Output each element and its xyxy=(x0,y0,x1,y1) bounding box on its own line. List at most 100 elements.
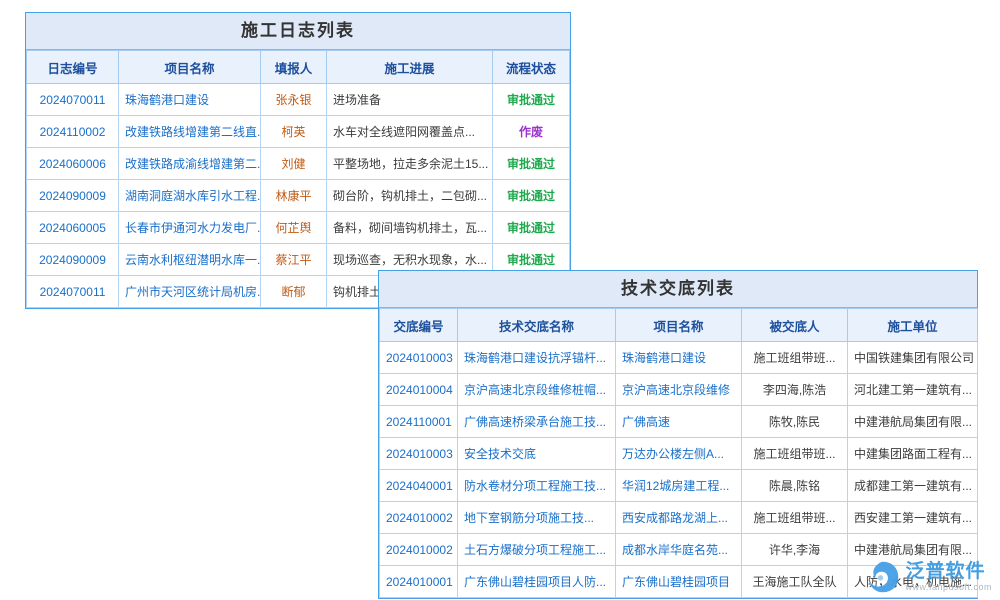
cell-progress: 备料，砌间墙钩机排土，瓦... xyxy=(327,212,493,244)
cell-disclosed-to: 施工班组带班... xyxy=(742,342,848,374)
column-header-disclosed-to: 被交底人 xyxy=(742,309,848,342)
cell-disclosed-to: 施工班组带班... xyxy=(742,502,848,534)
column-header-project-name: 项目名称 xyxy=(616,309,742,342)
table-row[interactable]: 2024010004京沪高速北京段维修桩帽...京沪高速北京段维修李四海,陈浩河… xyxy=(380,374,978,406)
column-header-disclosure-id: 交底编号 xyxy=(380,309,458,342)
cell-project-name[interactable]: 华润12城房建工程... xyxy=(616,470,742,502)
cell-disclosure-name[interactable]: 广东佛山碧桂园项目人防... xyxy=(458,566,616,598)
column-header-project-name: 项目名称 xyxy=(119,51,261,84)
header-row: 日志编号项目名称填报人施工进展流程状态 xyxy=(27,51,570,84)
cell-project-name[interactable]: 云南水利枢纽潜明水库一... xyxy=(119,244,261,276)
technical-disclosure-panel: 技术交底列表 交底编号技术交底名称项目名称被交底人施工单位2024010003珠… xyxy=(378,270,978,599)
cell-disclosure-name[interactable]: 安全技术交底 xyxy=(458,438,616,470)
cell-disclosure-id[interactable]: 2024110001 xyxy=(380,406,458,438)
cell-disclosure-id[interactable]: 2024010002 xyxy=(380,502,458,534)
watermark-brand: 泛普软件 xyxy=(905,562,992,583)
cell-log-id[interactable]: 2024110002 xyxy=(27,116,119,148)
cell-project-name[interactable]: 万达办公楼左侧A... xyxy=(616,438,742,470)
cell-progress: 砌台阶，钩机排土，二包砌... xyxy=(327,180,493,212)
table-row[interactable]: 2024010003珠海鹤港口建设抗浮锚杆...珠海鹤港口建设施工班组带班...… xyxy=(380,342,978,374)
cell-disclosure-id[interactable]: 2024010003 xyxy=(380,342,458,374)
cell-construction-unit: 中国铁建集团有限公司 xyxy=(848,342,978,374)
header-row: 交底编号技术交底名称项目名称被交底人施工单位 xyxy=(380,309,978,342)
cell-project-name[interactable]: 改建铁路成渝线增建第二... xyxy=(119,148,261,180)
cell-disclosed-to: 陈晨,陈铭 xyxy=(742,470,848,502)
cell-project-name[interactable]: 广东佛山碧桂园项目 xyxy=(616,566,742,598)
cell-disclosure-name[interactable]: 广佛高速桥梁承台施工技... xyxy=(458,406,616,438)
cell-project-name[interactable]: 珠海鹤港口建设 xyxy=(119,84,261,116)
cell-disclosure-name[interactable]: 土石方爆破分项工程施工... xyxy=(458,534,616,566)
cell-disclosure-id[interactable]: 2024010002 xyxy=(380,534,458,566)
cell-project-name[interactable]: 长春市伊通河水力发电厂... xyxy=(119,212,261,244)
cell-disclosure-id[interactable]: 2024010004 xyxy=(380,374,458,406)
table-row[interactable]: 2024060006改建铁路成渝线增建第二...刘健平整场地，拉走多余泥土15.… xyxy=(27,148,570,180)
table-row[interactable]: 2024060005长春市伊通河水力发电厂...何芷舆备料，砌间墙钩机排土，瓦.… xyxy=(27,212,570,244)
column-header-construction-unit: 施工单位 xyxy=(848,309,978,342)
cell-project-name[interactable]: 广佛高速 xyxy=(616,406,742,438)
cell-status: 作废 xyxy=(493,116,570,148)
cell-construction-unit: 河北建工第一建筑有... xyxy=(848,374,978,406)
table-row[interactable]: 2024010002地下室钢筋分项施工技...西安成都路龙湖上...施工班组带班… xyxy=(380,502,978,534)
cell-reporter: 断郁 xyxy=(261,276,327,308)
watermark-url: www.fanpusoft.com xyxy=(905,583,992,593)
cell-log-id[interactable]: 2024070011 xyxy=(27,84,119,116)
column-header-reporter: 填报人 xyxy=(261,51,327,84)
cell-project-name[interactable]: 湖南洞庭湖水库引水工程... xyxy=(119,180,261,212)
cell-disclosure-name[interactable]: 地下室钢筋分项施工技... xyxy=(458,502,616,534)
disclosure-table: 交底编号技术交底名称项目名称被交底人施工单位2024010003珠海鹤港口建设抗… xyxy=(379,308,978,598)
column-header-log-id: 日志编号 xyxy=(27,51,119,84)
cell-reporter: 林康平 xyxy=(261,180,327,212)
column-header-disclosure-name: 技术交底名称 xyxy=(458,309,616,342)
cell-project-name[interactable]: 广州市天河区统计局机房... xyxy=(119,276,261,308)
cell-reporter: 柯英 xyxy=(261,116,327,148)
cell-disclosed-to: 王海施工队全队 xyxy=(742,566,848,598)
cell-construction-unit: 中建港航局集团有限... xyxy=(848,406,978,438)
table-row[interactable]: 2024040001防水卷材分项工程施工技...华润12城房建工程...陈晨,陈… xyxy=(380,470,978,502)
cell-reporter: 刘健 xyxy=(261,148,327,180)
cell-project-name[interactable]: 珠海鹤港口建设 xyxy=(616,342,742,374)
cell-project-name[interactable]: 改建铁路线增建第二线直... xyxy=(119,116,261,148)
cell-disclosure-name[interactable]: 京沪高速北京段维修桩帽... xyxy=(458,374,616,406)
cell-disclosure-id[interactable]: 2024010001 xyxy=(380,566,458,598)
cell-progress: 平整场地，拉走多余泥土15... xyxy=(327,148,493,180)
column-header-progress: 施工进展 xyxy=(327,51,493,84)
cell-log-id[interactable]: 2024060005 xyxy=(27,212,119,244)
table-row[interactable]: 2024010003安全技术交底万达办公楼左侧A...施工班组带班...中建集团… xyxy=(380,438,978,470)
cell-disclosure-name[interactable]: 珠海鹤港口建设抗浮锚杆... xyxy=(458,342,616,374)
table-row[interactable]: 2024090009湖南洞庭湖水库引水工程...林康平砌台阶，钩机排土，二包砌.… xyxy=(27,180,570,212)
fanpu-logo-icon xyxy=(866,560,900,594)
cell-status: 审批通过 xyxy=(493,212,570,244)
log-table-title: 施工日志列表 xyxy=(26,13,570,50)
cell-log-id[interactable]: 2024060006 xyxy=(27,148,119,180)
cell-disclosed-to: 陈牧,陈民 xyxy=(742,406,848,438)
cell-log-id[interactable]: 2024070011 xyxy=(27,276,119,308)
cell-disclosed-to: 许华,李海 xyxy=(742,534,848,566)
table-row[interactable]: 2024110002改建铁路线增建第二线直...柯英水车对全线遮阳网覆盖点...… xyxy=(27,116,570,148)
table-row[interactable]: 2024110001广佛高速桥梁承台施工技...广佛高速陈牧,陈民中建港航局集团… xyxy=(380,406,978,438)
cell-progress: 水车对全线遮阳网覆盖点... xyxy=(327,116,493,148)
disclosure-table-title: 技术交底列表 xyxy=(379,271,977,308)
page: 施工日志列表 日志编号项目名称填报人施工进展流程状态2024070011珠海鹤港… xyxy=(0,0,1000,600)
cell-disclosure-id[interactable]: 2024010003 xyxy=(380,438,458,470)
cell-project-name[interactable]: 京沪高速北京段维修 xyxy=(616,374,742,406)
cell-disclosure-name[interactable]: 防水卷材分项工程施工技... xyxy=(458,470,616,502)
construction-log-panel: 施工日志列表 日志编号项目名称填报人施工进展流程状态2024070011珠海鹤港… xyxy=(25,12,571,309)
cell-status: 审批通过 xyxy=(493,180,570,212)
cell-status: 审批通过 xyxy=(493,84,570,116)
column-header-status: 流程状态 xyxy=(493,51,570,84)
cell-log-id[interactable]: 2024090009 xyxy=(27,244,119,276)
cell-construction-unit: 成都建工第一建筑有... xyxy=(848,470,978,502)
cell-project-name[interactable]: 成都水岸华庭名苑... xyxy=(616,534,742,566)
watermark-text: 泛普软件 www.fanpusoft.com xyxy=(905,562,992,593)
table-row[interactable]: 2024070011珠海鹤港口建设张永银进场准备审批通过 xyxy=(27,84,570,116)
cell-disclosed-to: 施工班组带班... xyxy=(742,438,848,470)
cell-disclosed-to: 李四海,陈浩 xyxy=(742,374,848,406)
fanpu-watermark: 泛普软件 www.fanpusoft.com xyxy=(866,560,992,594)
cell-project-name[interactable]: 西安成都路龙湖上... xyxy=(616,502,742,534)
cell-status: 审批通过 xyxy=(493,148,570,180)
cell-construction-unit: 中建集团路面工程有... xyxy=(848,438,978,470)
cell-progress: 进场准备 xyxy=(327,84,493,116)
cell-reporter: 张永银 xyxy=(261,84,327,116)
cell-disclosure-id[interactable]: 2024040001 xyxy=(380,470,458,502)
cell-log-id[interactable]: 2024090009 xyxy=(27,180,119,212)
